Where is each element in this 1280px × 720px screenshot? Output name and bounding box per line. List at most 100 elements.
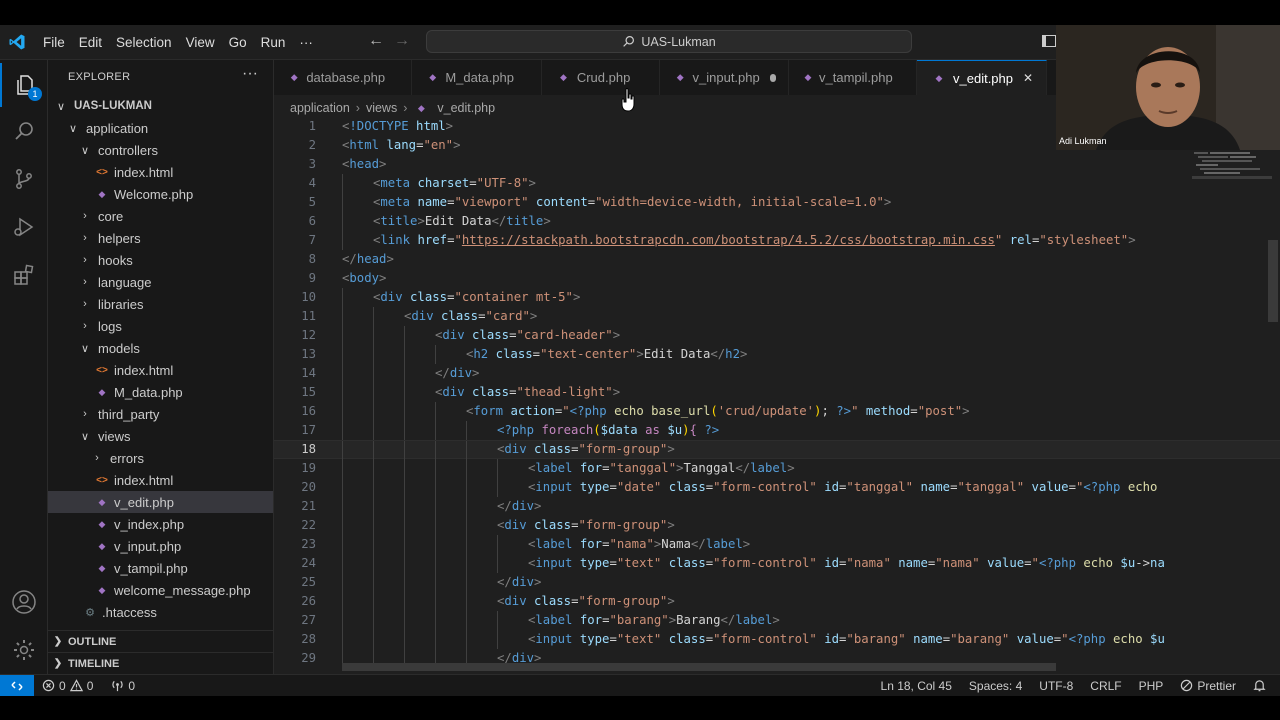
code-text: <div class="card"> — [404, 307, 537, 326]
breadcrumb-item[interactable]: v_edit.php — [437, 101, 495, 115]
forward-arrow-icon[interactable]: → — [394, 32, 410, 50]
tree-folder[interactable]: › helpers — [48, 227, 273, 249]
remote-indicator[interactable] — [0, 675, 34, 696]
tree-item-label: .htaccess — [102, 604, 157, 620]
tree-folder[interactable]: › language — [48, 271, 273, 293]
indent-guide — [435, 554, 436, 573]
tree-folder[interactable]: ∨ views — [48, 425, 273, 447]
editor-tab[interactable]: ◆ Crud.php — [542, 60, 660, 95]
search-activity[interactable] — [0, 109, 48, 153]
code-token: div — [411, 309, 434, 323]
chevron-right-icon: › — [355, 101, 360, 115]
code-text: <label for="barang">Barang</label> — [528, 611, 780, 630]
extensions-activity[interactable] — [0, 253, 48, 297]
code-token: = — [1068, 480, 1076, 494]
source-control-activity[interactable] — [0, 157, 48, 201]
tree-file[interactable]: <> index.html — [48, 469, 273, 491]
problems-indicator[interactable]: 0 0 — [42, 679, 93, 693]
chevron-down-icon: ∨ — [56, 100, 66, 113]
prettier-status[interactable]: Prettier — [1180, 679, 1236, 693]
editor-tab[interactable]: ◆ M_data.php — [412, 60, 542, 95]
tree-folder[interactable]: ∨ UAS-LUKMAN — [48, 95, 273, 117]
code-text: <input type="date" class="form-control" … — [528, 478, 1157, 497]
code-text: <head> — [342, 155, 386, 174]
encoding[interactable]: UTF-8 — [1039, 679, 1073, 693]
menu-item-1[interactable]: Edit — [72, 35, 109, 50]
tree-item-label: index.html — [114, 472, 174, 488]
manage-activity[interactable] — [0, 628, 48, 672]
code-editor[interactable]: application › views › ◆ v_edit.php 1 <!DOCTYPE… — [274, 95, 1280, 674]
code-text: </div> — [497, 497, 541, 516]
breadcrumb-item[interactable]: application — [290, 101, 350, 115]
indent-guide — [342, 516, 343, 535]
editor-tab[interactable]: ◆ v_input.php — [660, 60, 789, 95]
tree-file[interactable]: ◆ Welcome.php — [48, 183, 273, 205]
tree-folder[interactable]: ∨ controllers — [48, 139, 273, 161]
indent-guide — [373, 630, 374, 649]
horizontal-scrollbar[interactable] — [342, 663, 1056, 671]
ports-indicator[interactable]: 0 — [111, 679, 135, 693]
tree-folder[interactable]: ∨ application — [48, 117, 273, 139]
code-token: "form-control" — [713, 480, 817, 494]
tree-file[interactable]: ◆ welcome_message.php — [48, 579, 273, 601]
tree-folder[interactable]: ∨ models — [48, 337, 273, 359]
minimap[interactable] — [1192, 150, 1276, 180]
breadcrumb-item[interactable]: views — [366, 101, 397, 115]
editor-tab[interactable]: ◆ v_edit.php ✕ — [917, 60, 1047, 95]
outline-section[interactable]: ❯ OUTLINE — [48, 630, 273, 652]
editor-tab[interactable]: ◆ v_tampil.php — [789, 60, 917, 95]
code-token: class — [534, 594, 572, 608]
tree-folder[interactable]: › errors — [48, 447, 273, 469]
explorer-more-icon[interactable]: ··· — [242, 65, 258, 83]
indentation[interactable]: Spaces: 4 — [969, 679, 1022, 693]
tree-file[interactable]: <> index.html — [48, 359, 273, 381]
menu-item-2[interactable]: Selection — [109, 35, 179, 50]
tree-file[interactable]: ◆ v_input.php — [48, 535, 273, 557]
account-icon — [12, 590, 36, 614]
code-token: head — [356, 252, 387, 266]
tree-folder[interactable]: › hooks — [48, 249, 273, 271]
indent-guide — [466, 478, 467, 497]
explorer-activity[interactable]: 1 — [0, 63, 48, 107]
tree-file[interactable]: ⚙ .htaccess — [48, 601, 273, 623]
tree-folder[interactable]: › third_party — [48, 403, 273, 425]
language-mode[interactable]: PHP — [1139, 679, 1164, 693]
tree-folder[interactable]: › libraries — [48, 293, 273, 315]
code-line: 12 <div class="card-header"> — [274, 326, 1280, 345]
account-activity[interactable] — [0, 580, 48, 624]
nav-arrows: ← → — [368, 32, 410, 50]
menu-item-0[interactable]: File — [36, 35, 72, 50]
back-arrow-icon[interactable]: ← — [368, 32, 384, 50]
indent-guide — [342, 174, 343, 193]
line-endings[interactable]: CRLF — [1090, 679, 1121, 693]
layout-toggle-icon[interactable] — [1042, 35, 1056, 47]
close-icon[interactable]: ✕ — [1023, 71, 1033, 85]
code-token: "barang" — [950, 632, 1010, 646]
code-token: value — [987, 556, 1025, 570]
tree-folder[interactable]: › core — [48, 205, 273, 227]
editor-tab[interactable]: ◆ database.php — [274, 60, 412, 95]
tree-file[interactable]: ◆ v_edit.php — [48, 491, 273, 513]
unsaved-dot-icon[interactable] — [769, 73, 776, 82]
menu-item-5[interactable]: Run — [254, 35, 293, 50]
menu-item-6[interactable]: ··· — [292, 35, 320, 50]
run-debug-activity[interactable] — [0, 205, 48, 249]
tree-file[interactable]: <> index.html — [48, 161, 273, 183]
tree-folder[interactable]: › logs — [48, 315, 273, 337]
tree-file[interactable]: ◆ M_data.php — [48, 381, 273, 403]
tree-file[interactable]: ◆ v_tampil.php — [48, 557, 273, 579]
webcam-overlay: Adi Lukman — [1056, 25, 1280, 150]
command-center[interactable]: UAS-Lukman — [426, 30, 912, 53]
code-token: label — [735, 613, 773, 627]
notifications-bell-icon[interactable] — [1253, 679, 1266, 692]
code-token: "viewport" — [454, 195, 529, 209]
cursor-position[interactable]: Ln 18, Col 45 — [881, 679, 952, 693]
vertical-scrollbar[interactable] — [1268, 240, 1278, 322]
menu-item-4[interactable]: Go — [222, 35, 254, 50]
menu-item-3[interactable]: View — [179, 35, 222, 50]
timeline-section[interactable]: ❯ TIMELINE — [48, 652, 273, 674]
code-token: div — [442, 328, 465, 342]
indent-guide — [466, 459, 467, 478]
tree-file[interactable]: ◆ v_index.php — [48, 513, 273, 535]
line-number: 21 — [301, 499, 316, 513]
